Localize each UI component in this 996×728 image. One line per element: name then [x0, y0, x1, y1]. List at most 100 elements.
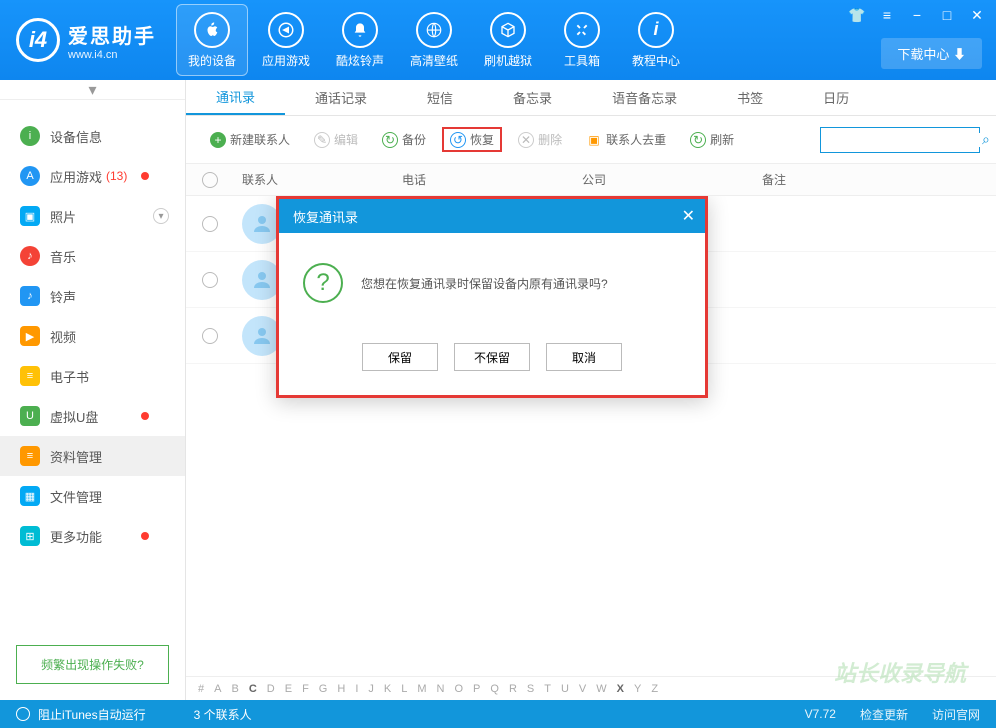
check-update-link[interactable]: 检查更新	[860, 706, 908, 723]
sidebar-item-videos[interactable]: ▶ 视频	[0, 316, 185, 356]
alpha-letter[interactable]: D	[267, 683, 275, 695]
tab-sms[interactable]: 短信	[397, 80, 483, 115]
maximize-button[interactable]: □	[938, 6, 956, 24]
tab-notes[interactable]: 备忘录	[483, 80, 582, 115]
globe-icon	[416, 12, 452, 48]
alpha-letter[interactable]: F	[302, 683, 309, 695]
alpha-letter[interactable]: U	[561, 683, 569, 695]
itunes-block-label[interactable]: 阻止iTunes自动运行	[38, 706, 146, 723]
shirt-icon[interactable]: 👕	[848, 6, 866, 24]
alpha-letter[interactable]: G	[319, 683, 328, 695]
alpha-letter[interactable]: M	[417, 683, 426, 695]
row-checkbox[interactable]	[202, 216, 218, 232]
tab-calls[interactable]: 通话记录	[285, 80, 397, 115]
alpha-letter[interactable]: S	[527, 683, 534, 695]
alpha-letter[interactable]: I	[355, 683, 358, 695]
content-area: 通讯录 通话记录 短信 备忘录 语音备忘录 书签 日历 + 新建联系人 ✎ 编辑…	[186, 80, 996, 700]
column-note[interactable]: 备注	[762, 171, 980, 188]
dedup-button[interactable]: ▣ 联系人去重	[578, 127, 674, 152]
alpha-letter[interactable]: E	[285, 683, 292, 695]
search-box[interactable]: ⌕	[820, 127, 980, 153]
search-input[interactable]	[827, 133, 982, 147]
tool-label: 编辑	[334, 131, 358, 148]
nav-apps[interactable]: 应用游戏	[250, 4, 322, 76]
discard-button[interactable]: 不保留	[454, 343, 530, 371]
row-checkbox[interactable]	[202, 272, 218, 288]
alpha-letter[interactable]: W	[596, 683, 606, 695]
tab-voice-notes[interactable]: 语音备忘录	[582, 80, 707, 115]
delete-button[interactable]: ✕ 删除	[510, 127, 570, 152]
chevron-down-icon[interactable]: ▾	[153, 208, 169, 224]
download-center-label: 下载中心	[897, 47, 949, 62]
close-button[interactable]: ✕	[968, 6, 986, 24]
alpha-letter[interactable]: T	[544, 683, 551, 695]
alpha-letter[interactable]: V	[579, 683, 586, 695]
sidebar-item-device-info[interactable]: i 设备信息	[0, 116, 185, 156]
edit-button[interactable]: ✎ 编辑	[306, 127, 366, 152]
sidebar-item-udisk[interactable]: U 虚拟U盘	[0, 396, 185, 436]
tab-contacts[interactable]: 通讯录	[186, 80, 285, 115]
alpha-letter[interactable]: N	[437, 683, 445, 695]
restore-button[interactable]: ↺ 恢复	[442, 127, 502, 152]
sidebar-item-label: 文件管理	[50, 487, 102, 506]
alpha-letter[interactable]: L	[401, 683, 407, 695]
row-checkbox[interactable]	[202, 328, 218, 344]
dialog-close-button[interactable]: ✕	[682, 206, 695, 226]
sidebar-collapse-button[interactable]: ▾	[0, 80, 185, 100]
backup-button[interactable]: ↻ 备份	[374, 127, 434, 152]
sidebar-item-data-manage[interactable]: ≡ 资料管理	[0, 436, 185, 476]
notification-badge	[141, 532, 149, 540]
sidebar-item-more[interactable]: ⊞ 更多功能	[0, 516, 185, 556]
nav-toolbox[interactable]: 工具箱	[546, 4, 618, 76]
sidebar-item-ebooks[interactable]: ≡ 电子书	[0, 356, 185, 396]
sidebar-item-photos[interactable]: ▣ 照片 ▾	[0, 196, 185, 236]
new-contact-button[interactable]: + 新建联系人	[202, 127, 298, 152]
sidebar-item-file-manage[interactable]: ▦ 文件管理	[0, 476, 185, 516]
sidebar-item-ringtones[interactable]: ♪ 铃声	[0, 276, 185, 316]
select-all-checkbox[interactable]	[202, 172, 218, 188]
alpha-letter[interactable]: Y	[634, 683, 641, 695]
plus-icon: +	[210, 132, 226, 148]
app-url: www.i4.cn	[68, 49, 156, 61]
nav-my-device[interactable]: 我的设备	[176, 4, 248, 76]
status-toggle-icon[interactable]	[16, 707, 30, 721]
nav-ringtones[interactable]: 酷炫铃声	[324, 4, 396, 76]
alpha-letter[interactable]: R	[509, 683, 517, 695]
alpha-letter[interactable]: J	[368, 683, 374, 695]
cancel-button[interactable]: 取消	[546, 343, 622, 371]
download-center-button[interactable]: 下载中心 ⬇	[881, 38, 982, 69]
menu-icon[interactable]: ≡	[878, 6, 896, 24]
question-icon: ?	[303, 263, 343, 303]
alpha-letter[interactable]: Q	[490, 683, 499, 695]
alpha-letter[interactable]: B	[231, 683, 238, 695]
nav-wallpapers[interactable]: 高清壁纸	[398, 4, 470, 76]
minimize-button[interactable]: −	[908, 6, 926, 24]
nav-jailbreak[interactable]: 刷机越狱	[472, 4, 544, 76]
keep-button[interactable]: 保留	[362, 343, 438, 371]
alpha-letter[interactable]: Z	[651, 683, 658, 695]
refresh-button[interactable]: ↻ 刷新	[682, 127, 742, 152]
alpha-letter[interactable]: A	[214, 683, 221, 695]
alpha-letter[interactable]: K	[384, 683, 391, 695]
alpha-letter[interactable]: P	[473, 683, 480, 695]
alpha-letter[interactable]: #	[198, 683, 204, 695]
logo-text: 爱思助手 www.i4.cn	[68, 20, 156, 61]
nav-tutorials[interactable]: i 教程中心	[620, 4, 692, 76]
button-label: 不保留	[474, 349, 510, 366]
column-company[interactable]: 公司	[582, 171, 762, 188]
sidebar-item-apps[interactable]: A 应用游戏 (13)	[0, 156, 185, 196]
sidebar-item-music[interactable]: ♪ 音乐	[0, 236, 185, 276]
alpha-letter[interactable]: O	[454, 683, 463, 695]
box-icon	[490, 12, 526, 48]
tab-calendar[interactable]: 日历	[793, 80, 879, 115]
alpha-letter[interactable]: C	[249, 683, 257, 695]
column-contact[interactable]: 联系人	[242, 171, 402, 188]
column-phone[interactable]: 电话	[402, 171, 582, 188]
operation-fail-button[interactable]: 频繁出现操作失败?	[16, 645, 169, 684]
alpha-letter[interactable]: H	[337, 683, 345, 695]
sidebar-item-label: 更多功能	[50, 527, 102, 546]
search-icon[interactable]: ⌕	[982, 131, 990, 148]
alpha-letter[interactable]: X	[617, 683, 624, 695]
tab-bookmarks[interactable]: 书签	[707, 80, 793, 115]
official-site-link[interactable]: 访问官网	[932, 706, 980, 723]
